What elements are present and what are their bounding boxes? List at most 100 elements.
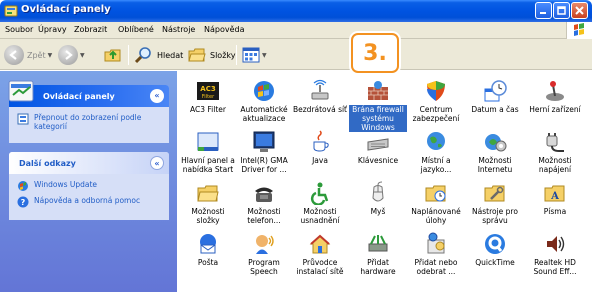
menu-file[interactable]: Soubor: [5, 25, 33, 34]
item-add-hardware[interactable]: Přidat hardware: [349, 232, 407, 276]
wireless-network-icon: [311, 79, 329, 100]
item-speech[interactable]: Program Speech: [235, 232, 293, 276]
telephone-icon: [255, 187, 273, 202]
item-automatic-updates[interactable]: Automatické aktualizace: [235, 79, 293, 123]
item-regional-language[interactable]: Místní a jazyko...: [407, 130, 465, 174]
item-folder-options[interactable]: Možnosti složky: [179, 181, 237, 225]
item-security-center[interactable]: Centrum zabezpečení: [407, 79, 465, 123]
firewall-icon: [368, 81, 388, 100]
maximize-icon: [557, 6, 566, 15]
toolbar-separator: [128, 45, 129, 65]
item-label: Možnosti složky: [191, 207, 225, 225]
forward-arrow-icon: [58, 45, 78, 65]
windows-update-icon: [18, 181, 28, 191]
menu-tools[interactable]: Nástroje: [162, 25, 195, 34]
maximize-button[interactable]: [553, 2, 570, 19]
item-label: Místní a jazyko...: [420, 156, 452, 174]
item-label: Pošta: [197, 258, 219, 267]
menu-bar: Soubor Úpravy Zobrazit Oblíbené Nástroje…: [0, 22, 592, 39]
joystick-icon: [546, 81, 564, 101]
monitor-icon: [253, 131, 275, 152]
other-links-section: Další odkazy « Windows Update ? Nápověda…: [9, 152, 169, 220]
item-mouse[interactable]: Myš: [349, 181, 407, 216]
title-bar[interactable]: Ovládací panely: [0, 0, 592, 22]
forward-button[interactable]: ▼: [58, 44, 85, 66]
item-add-remove-programs[interactable]: Přidat nebo odebrat ...: [407, 232, 465, 276]
help-icon: ?: [17, 196, 29, 208]
close-button[interactable]: [571, 2, 588, 19]
item-label: Herní zařízení: [529, 105, 581, 114]
power-plug-icon: [546, 133, 564, 152]
menu-favorites[interactable]: Oblíbené: [118, 25, 154, 34]
mail-icon: [200, 234, 216, 254]
mouse-icon: [372, 181, 384, 202]
collapse-chevron-icon[interactable]: «: [150, 156, 164, 170]
toolbar-separator: [236, 45, 237, 65]
control-panel-section-header[interactable]: Ovládací panely «: [8, 80, 169, 107]
views-button[interactable]: ▼: [242, 44, 267, 66]
item-label: Možnosti napájení: [538, 156, 572, 174]
search-button[interactable]: Hledat: [134, 44, 183, 66]
item-internet-options[interactable]: Možnosti Internetu: [466, 130, 524, 174]
close-icon: [575, 6, 584, 15]
section-title: Ovládací panely: [43, 92, 115, 101]
control-panel-large-icon: [8, 80, 34, 102]
item-label: Program Speech: [248, 258, 280, 276]
item-scheduled-tasks[interactable]: Naplánované úlohy: [407, 181, 465, 225]
back-label: Zpět: [27, 50, 46, 60]
speaker-icon: [547, 236, 565, 252]
back-button[interactable]: Zpět ▼: [4, 44, 52, 66]
item-power-options[interactable]: Možnosti napájení: [526, 130, 584, 174]
collapse-chevron-icon[interactable]: «: [150, 89, 164, 103]
item-label: Průvodce instalací sítě: [296, 258, 344, 276]
item-mail[interactable]: Pošta: [179, 232, 237, 267]
item-quicktime[interactable]: QuickTime: [466, 232, 524, 267]
chevron-down-icon: ▼: [262, 51, 267, 59]
item-taskbar-start-menu[interactable]: Hlavní panel a nabídka Start: [179, 130, 237, 174]
item-label: Možnosti usnadnění: [300, 207, 340, 225]
menu-edit[interactable]: Úpravy: [38, 25, 67, 34]
menu-help[interactable]: Nápověda: [204, 25, 245, 34]
item-ac3-filter[interactable]: AC3 Filter AC3 Filter: [179, 79, 237, 114]
item-keyboard[interactable]: Klávesnice: [349, 130, 407, 165]
back-arrow-icon: [4, 45, 24, 65]
section-title: Další odkazy: [19, 159, 76, 168]
item-wireless-network[interactable]: Bezdrátová síť: [291, 79, 349, 114]
item-java[interactable]: Java: [291, 130, 349, 165]
item-phone-modem-options[interactable]: Možnosti telefon...: [235, 181, 293, 225]
item-realtek-hd-sound[interactable]: Realtek HD Sound Eff...: [526, 232, 584, 276]
item-label: Naplánované úlohy: [411, 207, 461, 225]
item-accessibility-options[interactable]: Možnosti usnadnění: [291, 181, 349, 225]
windows-update-link[interactable]: Windows Update: [17, 180, 161, 192]
minimize-icon: [540, 12, 546, 14]
ac3-filter-icon: AC3 Filter: [197, 82, 219, 100]
item-label: Myš: [370, 207, 386, 216]
item-intel-gma-driver[interactable]: Intel(R) GMA Driver for ...: [235, 130, 293, 174]
java-cup-icon: [313, 130, 329, 152]
item-label: Hlavní panel a nabídka Start: [181, 156, 235, 174]
other-links-section-header[interactable]: Další odkazy «: [9, 152, 169, 174]
item-network-setup-wizard[interactable]: Průvodce instalací sítě: [291, 232, 349, 276]
item-date-time[interactable]: Datum a čas: [466, 79, 524, 114]
up-folder-button[interactable]: [103, 44, 123, 66]
globe-icon: [427, 132, 445, 150]
switch-view-label: Přepnout do zobrazení podle kategorií: [34, 113, 142, 131]
admin-tools-icon: [484, 185, 505, 202]
item-label: Intel(R) GMA Driver for ...: [240, 156, 288, 174]
item-game-controllers[interactable]: Herní zařízení: [526, 79, 584, 114]
help-and-support-link[interactable]: ? Nápověda a odborná pomoc: [17, 196, 161, 208]
folders-button[interactable]: Složky: [187, 44, 235, 66]
item-fonts[interactable]: A Písma: [526, 181, 584, 216]
svg-text:?: ?: [21, 198, 26, 207]
svg-text:AC3: AC3: [200, 85, 216, 93]
globe-update-icon: [254, 81, 274, 101]
item-windows-firewall[interactable]: Brána firewall systému Windows: [349, 79, 407, 132]
minimize-button[interactable]: [535, 2, 552, 19]
item-administrative-tools[interactable]: Nástroje pro správu: [466, 181, 524, 225]
accessibility-icon: [310, 182, 329, 205]
menu-view[interactable]: Zobrazit: [74, 25, 107, 34]
switch-to-category-view-link[interactable]: Přepnout do zobrazení podle kategorií: [17, 113, 161, 131]
item-label: Automatické aktualizace: [240, 105, 288, 123]
control-panel-section: Ovládací panely « Přepnout do zobrazení …: [8, 80, 169, 143]
item-label: AC3 Filter: [190, 105, 226, 114]
